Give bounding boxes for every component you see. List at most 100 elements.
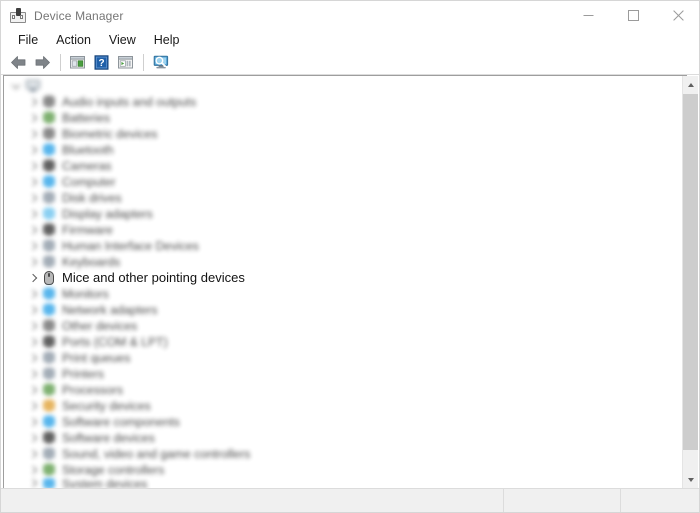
tree-row[interactable]: Print queues: [4, 350, 686, 366]
expand-toggle[interactable]: [25, 434, 41, 443]
close-button[interactable]: [656, 1, 699, 30]
back-icon: [11, 55, 26, 69]
expand-toggle[interactable]: [25, 146, 41, 155]
expand-toggle[interactable]: [25, 322, 41, 331]
tree-row[interactable]: Firmware: [4, 222, 686, 238]
scan-hardware-changes-button[interactable]: [149, 51, 172, 73]
tree-row[interactable]: System devices: [4, 478, 686, 488]
expand-toggle[interactable]: [25, 466, 41, 475]
battery-icon: [41, 110, 57, 126]
tree-row[interactable]: Disk drives: [4, 190, 686, 206]
device-tree[interactable]: Audio inputs and outputs Batteries Biometr…: [4, 76, 686, 488]
tree-row[interactable]: Keyboards: [4, 254, 686, 270]
tree-row[interactable]: Display adapters: [4, 206, 686, 222]
expand-toggle[interactable]: [25, 258, 41, 267]
tree-row-label: Keyboards: [62, 255, 121, 269]
tree-row[interactable]: Software components: [4, 414, 686, 430]
expand-toggle[interactable]: [25, 479, 41, 488]
tree-row-label: Mice and other pointing devices: [62, 270, 245, 285]
tree-row-label: System devices: [62, 478, 148, 488]
expand-toggle[interactable]: [25, 370, 41, 379]
scrollbar-thumb[interactable]: [683, 94, 698, 450]
tree-row-label: Storage controllers: [62, 463, 165, 477]
firmware-icon: [41, 222, 57, 238]
expand-toggle-root[interactable]: [9, 82, 25, 91]
expand-toggle[interactable]: [25, 210, 41, 219]
window-controls: [566, 1, 699, 30]
maximize-button[interactable]: [611, 1, 656, 30]
tree-row[interactable]: Network adapters: [4, 302, 686, 318]
tree-row-root[interactable]: [4, 78, 686, 94]
expand-toggle[interactable]: [25, 418, 41, 427]
tree-row[interactable]: Processors: [4, 382, 686, 398]
expand-toggle[interactable]: [25, 354, 41, 363]
tree-row[interactable]: Audio inputs and outputs: [4, 94, 686, 110]
disk-drive-icon: [41, 190, 57, 206]
chevron-right-icon: [29, 210, 38, 219]
tree-row[interactable]: Security devices: [4, 398, 686, 414]
expand-toggle[interactable]: [25, 194, 41, 203]
tree-row[interactable]: Printers: [4, 366, 686, 382]
expand-toggle[interactable]: [25, 386, 41, 395]
tree-row[interactable]: Other devices: [4, 318, 686, 334]
expand-toggle[interactable]: [25, 114, 41, 123]
properties-icon: [70, 55, 85, 68]
help-icon: ?: [94, 54, 109, 70]
expand-toggle[interactable]: [25, 402, 41, 411]
tree-row[interactable]: Batteries: [4, 110, 686, 126]
tree-row[interactable]: Ports (COM & LPT): [4, 334, 686, 350]
properties-button[interactable]: [66, 51, 89, 73]
chevron-right-icon: [29, 370, 38, 379]
chevron-right-icon: [29, 226, 38, 235]
menu-file[interactable]: File: [9, 31, 47, 50]
vertical-scrollbar[interactable]: [682, 76, 698, 488]
tree-row[interactable]: Mice and other pointing devices: [4, 270, 686, 286]
tree-row-label: Printers: [62, 367, 104, 381]
tree-row[interactable]: Software devices: [4, 430, 686, 446]
chevron-right-icon: [29, 242, 38, 251]
menu-view[interactable]: View: [100, 31, 145, 50]
expand-toggle[interactable]: [25, 290, 41, 299]
expand-toggle[interactable]: [25, 450, 41, 459]
minimize-button[interactable]: [566, 1, 611, 30]
expand-toggle[interactable]: [25, 306, 41, 315]
expand-toggle[interactable]: [25, 338, 41, 347]
software-device-icon: [41, 430, 57, 446]
tree-row[interactable]: Human Interface Devices: [4, 238, 686, 254]
tree-row[interactable]: Cameras: [4, 158, 686, 174]
expand-toggle[interactable]: [25, 130, 41, 139]
expand-toggle[interactable]: [25, 98, 41, 107]
tree-row-label: Print queues: [62, 351, 131, 365]
forward-button[interactable]: [31, 51, 54, 73]
toolbar-separator-2: [143, 53, 144, 71]
minimize-icon: [583, 15, 594, 16]
chevron-right-icon: [29, 274, 38, 283]
expand-toggle[interactable]: [25, 274, 41, 283]
expand-toggle[interactable]: [25, 178, 41, 187]
tree-row-label: Other devices: [62, 319, 138, 333]
menu-help[interactable]: Help: [145, 31, 189, 50]
tree-row[interactable]: Computer: [4, 174, 686, 190]
expand-toggle[interactable]: [25, 226, 41, 235]
tree-row[interactable]: Storage controllers: [4, 462, 686, 478]
tree-row-label: Batteries: [62, 111, 111, 125]
hid-icon: [41, 238, 57, 254]
scroll-up-icon: [687, 82, 694, 87]
scroll-down-button[interactable]: [683, 471, 698, 488]
tree-row[interactable]: Sound, video and game controllers: [4, 446, 686, 462]
update-driver-button[interactable]: [114, 51, 137, 73]
biometric-icon: [41, 126, 57, 142]
expand-toggle[interactable]: [25, 242, 41, 251]
tree-row-label: Network adapters: [62, 303, 158, 317]
menu-action[interactable]: Action: [47, 31, 100, 50]
tree-row-label: Monitors: [62, 287, 109, 301]
help-button[interactable]: ?: [90, 51, 113, 73]
back-button[interactable]: [7, 51, 30, 73]
maximize-icon: [628, 10, 639, 21]
tree-row[interactable]: Biometric devices: [4, 126, 686, 142]
expand-toggle[interactable]: [25, 162, 41, 171]
tree-row[interactable]: Bluetooth: [4, 142, 686, 158]
tree-row[interactable]: Monitors: [4, 286, 686, 302]
svg-text:?: ?: [98, 58, 104, 69]
scroll-up-button[interactable]: [683, 76, 698, 93]
